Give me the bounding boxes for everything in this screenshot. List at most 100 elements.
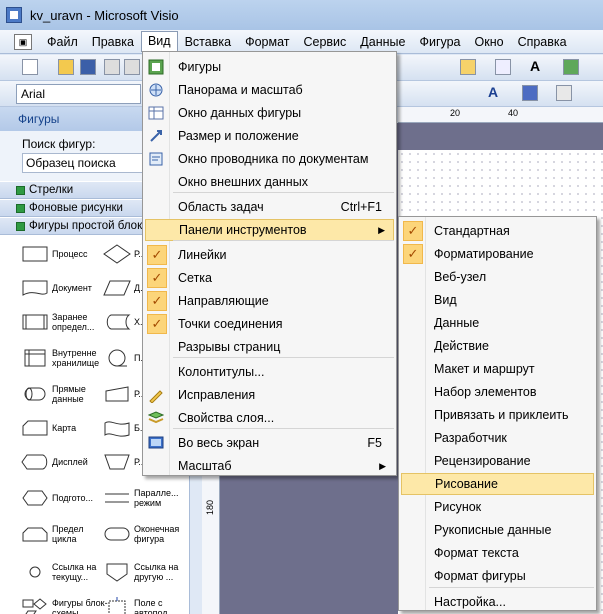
fill-tool-icon[interactable] bbox=[563, 59, 579, 75]
toolbar-submenu-item[interactable]: Веб-узел bbox=[401, 266, 594, 288]
menu-view[interactable]: Вид bbox=[140, 31, 178, 52]
shape-master[interactable]: Процесс bbox=[20, 237, 110, 271]
view-menu-item-header-footer[interactable]: Колонтитулы... bbox=[145, 361, 394, 383]
menu-help[interactable]: Справка bbox=[511, 32, 574, 52]
visio-app-icon[interactable] bbox=[6, 7, 22, 23]
toolbar-submenu-item[interactable]: Данные bbox=[401, 312, 594, 334]
menu-item-label: Панели инструментов bbox=[179, 223, 307, 237]
toolbar-submenu-item[interactable]: Формат фигуры bbox=[401, 565, 594, 587]
font-name-box[interactable]: Arial bbox=[16, 84, 141, 104]
shape-master[interactable]: Документ bbox=[20, 271, 110, 305]
toolbar-submenu-item[interactable]: Формат текста bbox=[401, 542, 594, 564]
menu-edit[interactable]: Правка bbox=[85, 32, 141, 52]
process-shape-icon bbox=[20, 243, 50, 265]
checkmark-icon: ✓ bbox=[147, 314, 167, 334]
menu-insert[interactable]: Вставка bbox=[178, 32, 238, 52]
on-page-reference-icon bbox=[20, 561, 50, 583]
stencil-icon bbox=[16, 221, 25, 231]
toolbar-submenu-item[interactable]: ✓ Форматирование bbox=[401, 243, 594, 265]
view-menu-item-rulers[interactable]: ✓ Линейки bbox=[145, 244, 394, 266]
menu-item-label: Фигуры bbox=[178, 60, 222, 74]
new-document-icon[interactable] bbox=[22, 59, 38, 75]
text-tool-icon[interactable]: A bbox=[530, 59, 546, 75]
shape-master[interactable]: Оконечная фигура bbox=[102, 517, 189, 551]
toolbar-submenu-item[interactable]: ✓ Стандартная bbox=[401, 220, 594, 242]
shape-master[interactable]: Ссылка на текущу... bbox=[20, 555, 110, 589]
toolbar-submenu-item[interactable]: Привязать и приклеить bbox=[401, 404, 594, 426]
toolbar-submenu-item[interactable]: Рисование bbox=[401, 473, 594, 495]
view-menu-item-layer-properties[interactable]: Свойства слоя... bbox=[145, 407, 394, 429]
menu-format[interactable]: Формат bbox=[238, 32, 296, 52]
toolbar-submenu-item[interactable]: Настройка... bbox=[401, 591, 594, 613]
pointer-tool-icon[interactable] bbox=[460, 59, 476, 75]
open-folder-icon[interactable] bbox=[58, 59, 74, 75]
shape-master[interactable]: Карта bbox=[20, 411, 110, 445]
view-menu-item-document-explorer[interactable]: Окно проводника по документам bbox=[145, 148, 394, 170]
parallel-mode-icon bbox=[102, 487, 132, 509]
menu-item-label: Окно проводника по документам bbox=[178, 152, 369, 166]
menu-file[interactable]: Файл bbox=[40, 32, 85, 52]
shape-master[interactable]: Паралле... режим bbox=[102, 481, 189, 515]
print-icon[interactable] bbox=[104, 59, 120, 75]
toolbar-submenu-item[interactable]: Разработчик bbox=[401, 427, 594, 449]
menu-data[interactable]: Данные bbox=[353, 32, 412, 52]
view-menu-item-connection-points[interactable]: ✓ Точки соединения bbox=[145, 313, 394, 335]
shape-label: Ссылка на другую ... bbox=[134, 562, 179, 582]
menu-separator bbox=[173, 192, 394, 193]
shape-master[interactable]: Фигуры блок-схемы bbox=[20, 591, 110, 614]
document-icon[interactable]: ▣ bbox=[14, 33, 32, 50]
toolbar-submenu-item[interactable]: Вид bbox=[401, 289, 594, 311]
checkmark-icon: ✓ bbox=[403, 244, 423, 264]
shape-master[interactable]: Подгото... bbox=[20, 481, 110, 515]
line-color-icon[interactable] bbox=[522, 85, 538, 101]
data-shape-icon bbox=[102, 277, 132, 299]
toolbar-submenu-item[interactable]: Набор элементов bbox=[401, 381, 594, 403]
menu-item-label: Разрывы страниц bbox=[178, 340, 281, 354]
menu-tools[interactable]: Сервис bbox=[296, 32, 353, 52]
connector-tool-icon[interactable] bbox=[495, 59, 511, 75]
toolbar-submenu-item[interactable]: Действие bbox=[401, 335, 594, 357]
shape-data-icon bbox=[147, 104, 165, 122]
menu-item-label: Свойства слоя... bbox=[178, 411, 275, 425]
view-menu-item-shape-data-window[interactable]: Окно данных фигуры bbox=[145, 102, 394, 124]
view-menu-item-grid[interactable]: ✓ Сетка bbox=[145, 267, 394, 289]
flowchart-shapes-icon bbox=[20, 597, 50, 614]
menu-item-label: Стандартная bbox=[434, 224, 510, 238]
toolbar-submenu-item[interactable]: Рецензирование bbox=[401, 450, 594, 472]
view-menu-item-shapes[interactable]: Фигуры bbox=[145, 56, 394, 78]
view-menu-item-guides[interactable]: ✓ Направляющие bbox=[145, 290, 394, 312]
view-menu-item-zoom[interactable]: Масштаб ▶ bbox=[145, 455, 394, 477]
menu-window[interactable]: Окно bbox=[468, 32, 511, 52]
toolbar-submenu-item[interactable]: Макет и маршрут bbox=[401, 358, 594, 380]
view-menu-item-track-markup[interactable]: Исправления bbox=[145, 384, 394, 406]
view-menu-item-pan-zoom[interactable]: Панорама и масштаб bbox=[145, 79, 394, 101]
shape-master[interactable]: Ссылка на другую ... bbox=[102, 555, 189, 589]
shape-label: Паралле... режим bbox=[134, 488, 179, 508]
full-screen-icon bbox=[147, 434, 165, 452]
view-menu-item-task-pane[interactable]: Область задач Ctrl+F1 bbox=[145, 196, 394, 218]
view-menu-item-size-position[interactable]: Размер и положение bbox=[145, 125, 394, 147]
view-menu-item-full-screen[interactable]: Во весь экран F5 bbox=[145, 432, 394, 454]
menu-shape[interactable]: Фигура bbox=[412, 32, 467, 52]
toolbar-submenu-item[interactable]: Рисунок bbox=[401, 496, 594, 518]
menu-item-label: Действие bbox=[434, 339, 489, 353]
view-menu-item-toolbars[interactable]: Панели инструментов ▶ bbox=[145, 219, 394, 241]
shape-master[interactable]: Прямые данные bbox=[20, 377, 110, 411]
shape-master[interactable]: Заранее определ... bbox=[20, 305, 110, 339]
menu-item-label: Разработчик bbox=[434, 431, 507, 445]
shape-label: Процесс bbox=[52, 249, 88, 259]
view-menu-item-page-breaks[interactable]: Разрывы страниц bbox=[145, 336, 394, 358]
checkmark-icon: ✓ bbox=[403, 221, 423, 241]
shape-master[interactable]: Поле с автопод... bbox=[102, 591, 189, 614]
internal-storage-icon bbox=[20, 347, 50, 369]
print-preview-icon[interactable] bbox=[124, 59, 140, 75]
save-icon[interactable] bbox=[80, 59, 96, 75]
shape-master[interactable]: Внутренне хранилище bbox=[20, 341, 110, 375]
toolbar-submenu-item[interactable]: Рукописные данные bbox=[401, 519, 594, 541]
fill-color-icon[interactable] bbox=[556, 85, 572, 101]
menu-item-label: Во весь экран bbox=[178, 436, 260, 450]
shape-master[interactable]: Предел цикла bbox=[20, 517, 110, 551]
shape-master[interactable]: Дисплей bbox=[20, 445, 110, 479]
view-menu-item-external-data[interactable]: Окно внешних данных bbox=[145, 171, 394, 193]
font-color-icon[interactable]: A bbox=[488, 85, 504, 101]
